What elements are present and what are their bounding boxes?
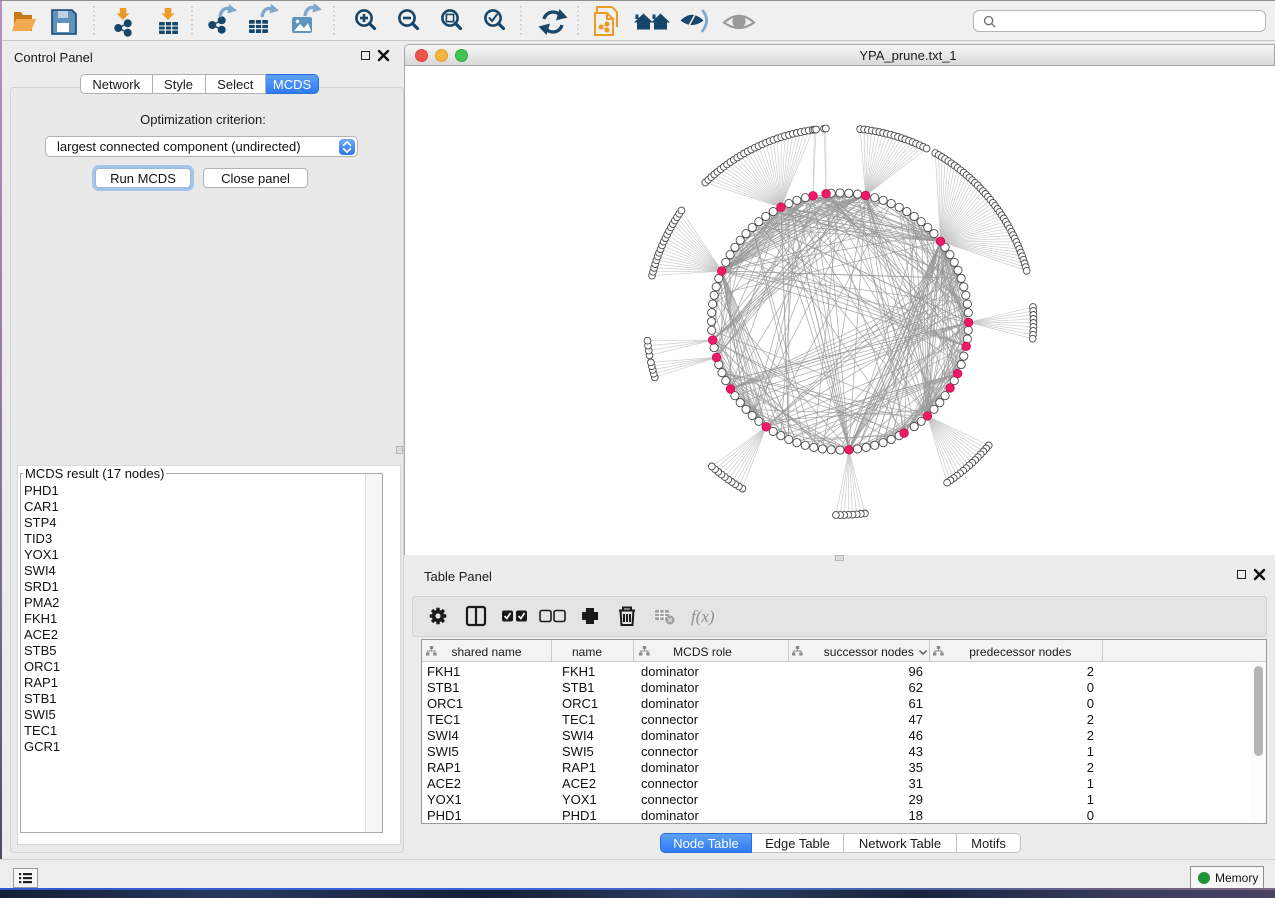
svg-text:f(x): f(x) [691,607,715,626]
